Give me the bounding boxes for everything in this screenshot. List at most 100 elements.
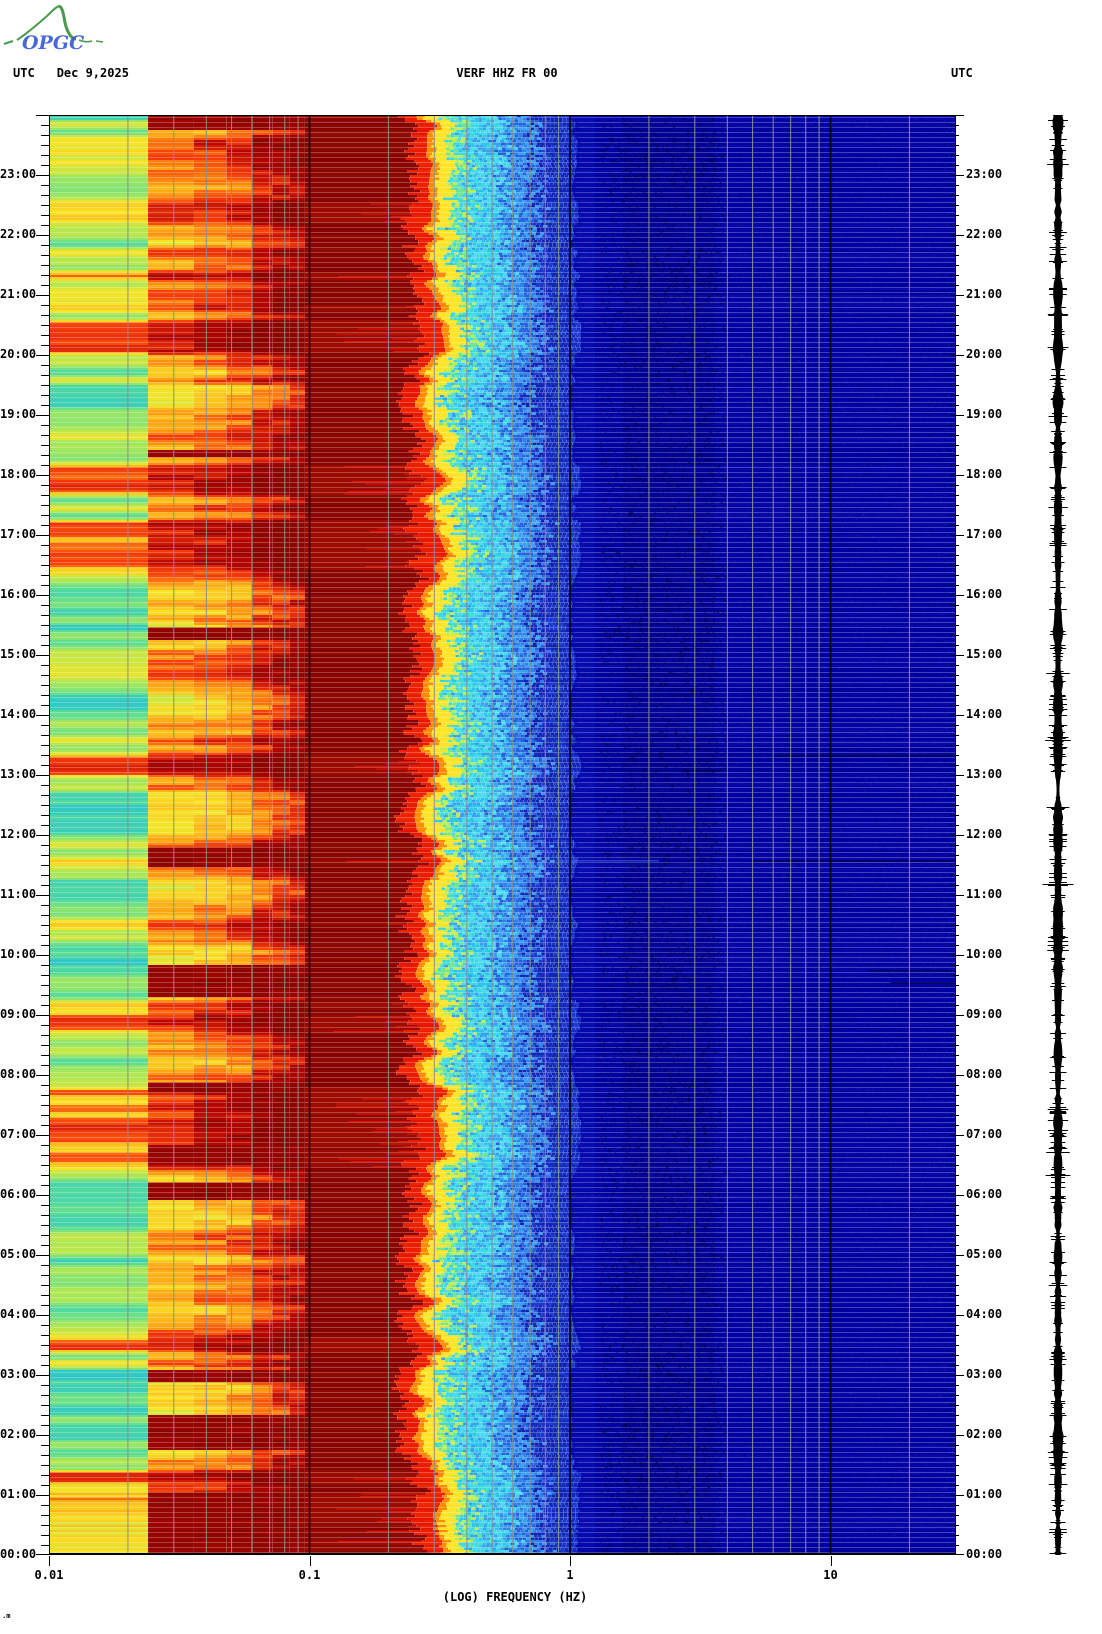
y-tick-left [41, 1185, 49, 1186]
y-tick-left [41, 575, 49, 576]
y-tick-left [41, 305, 49, 306]
y-tick-left [41, 1395, 49, 1396]
y-tick-left [41, 425, 49, 426]
logo-mountain-dash-left [3, 40, 14, 45]
y-tick-right [951, 505, 959, 506]
y-tick-right [951, 185, 959, 186]
y-tick-left [36, 175, 49, 176]
utc-label-right: UTC [951, 66, 973, 80]
y-tick-right [951, 525, 959, 526]
y-tick-label-right: 03:00 [966, 1367, 1003, 1381]
y-tick-left [41, 995, 49, 996]
y-tick-left [41, 1245, 49, 1246]
y-tick-left [36, 1375, 49, 1376]
y-tick-label-left: 15:00 [0, 647, 37, 661]
y-tick-label-right: 16:00 [966, 587, 1003, 601]
y-tick-right [951, 1475, 959, 1476]
y-tick-left [41, 1415, 49, 1416]
y-tick-label-left: 17:00 [0, 527, 37, 541]
y-tick-right [951, 1505, 959, 1506]
y-tick-left [41, 845, 49, 846]
y-tick-right [951, 875, 959, 876]
y-tick-right [951, 295, 964, 296]
y-tick-left [41, 675, 49, 676]
seismogram-trace-canvas [1036, 115, 1080, 1555]
y-tick-right [951, 115, 964, 116]
y-tick-right [951, 125, 959, 126]
y-tick-right [951, 545, 959, 546]
y-tick-right [951, 645, 959, 646]
x-tick-label: 1 [566, 1568, 574, 1582]
y-tick-right [951, 595, 964, 596]
y-tick-right [951, 1025, 959, 1026]
y-tick-right [951, 1125, 959, 1126]
y-tick-label-left: 00:00 [0, 1547, 37, 1561]
x-tick [570, 1556, 571, 1566]
y-tick-right [951, 1035, 959, 1036]
y-tick-left [41, 1405, 49, 1406]
y-tick-left [36, 1075, 49, 1076]
y-tick-left [41, 545, 49, 546]
y-tick-left [41, 365, 49, 366]
y-tick-left [41, 1295, 49, 1296]
y-tick-left [41, 1225, 49, 1226]
y-tick-right [951, 855, 959, 856]
y-tick-left [41, 725, 49, 726]
y-tick-left [41, 635, 49, 636]
y-tick-right [951, 1405, 959, 1406]
y-tick-right [951, 445, 959, 446]
x-tick [49, 1556, 50, 1566]
y-tick-left [41, 385, 49, 386]
y-tick-left [36, 1135, 49, 1136]
y-tick-label-left: 21:00 [0, 287, 37, 301]
y-tick-left [41, 515, 49, 516]
y-tick-left [41, 1045, 49, 1046]
y-tick-right [951, 755, 959, 756]
y-tick-right [951, 365, 959, 366]
y-tick-left [41, 485, 49, 486]
y-tick-right [951, 885, 959, 886]
y-tick-left [41, 1425, 49, 1426]
y-tick-right [951, 245, 959, 246]
y-tick-label-right: 10:00 [966, 947, 1003, 961]
y-tick-label-right: 04:00 [966, 1307, 1003, 1321]
y-tick-left [41, 625, 49, 626]
y-tick-right [951, 735, 959, 736]
y-tick-right [951, 1465, 959, 1466]
y-tick-left [41, 1115, 49, 1116]
y-tick-right [951, 1295, 959, 1296]
y-tick-left [41, 925, 49, 926]
y-tick-label-right: 14:00 [966, 707, 1003, 721]
y-tick-label-left: 01:00 [0, 1487, 37, 1501]
y-tick-left [41, 405, 49, 406]
y-tick-right [951, 835, 964, 836]
y-tick-right [951, 1285, 959, 1286]
y-tick-left [41, 965, 49, 966]
y-tick-right [951, 155, 959, 156]
y-tick-left [36, 1554, 49, 1555]
y-tick-label-right: 19:00 [966, 407, 1003, 421]
y-tick-left [41, 1145, 49, 1146]
y-tick-right [951, 935, 959, 936]
y-tick-label-left: 12:00 [0, 827, 37, 841]
y-tick-label-left: 18:00 [0, 467, 37, 481]
y-tick-left [41, 225, 49, 226]
y-tick-left [41, 445, 49, 446]
y-tick-right [951, 1375, 964, 1376]
y-tick-left [36, 1195, 49, 1196]
y-tick-right [951, 1415, 959, 1416]
y-tick-right [951, 145, 959, 146]
y-tick-right [951, 985, 959, 986]
plot-title: VERF HHZ FR 00 [456, 66, 558, 80]
y-tick-right [951, 1015, 964, 1016]
y-tick-right [951, 555, 959, 556]
y-tick-label-right: 11:00 [966, 887, 1003, 901]
y-tick-right [951, 605, 959, 606]
y-tick-left [36, 595, 49, 596]
y-tick-left [41, 205, 49, 206]
y-tick-right [951, 1135, 964, 1136]
y-tick-label-left: 13:00 [0, 767, 37, 781]
y-tick-label-right: 18:00 [966, 467, 1003, 481]
y-tick-left [36, 655, 49, 656]
y-tick-left [41, 1325, 49, 1326]
